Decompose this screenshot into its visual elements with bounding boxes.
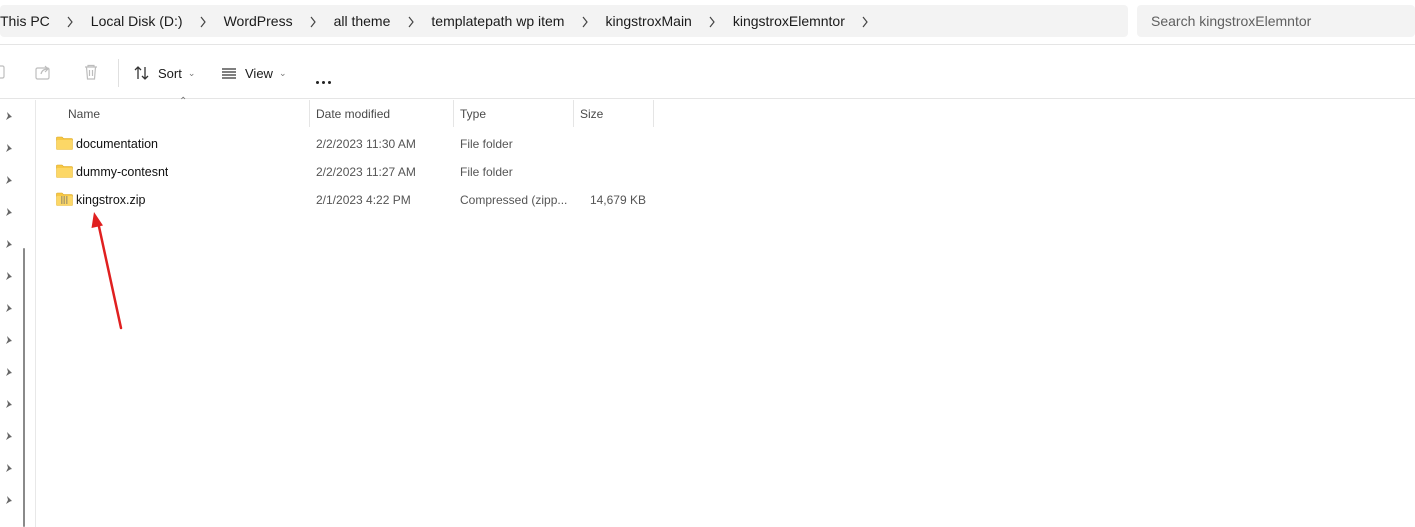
column-divider[interactable] <box>453 100 454 127</box>
share-icon[interactable] <box>34 63 52 81</box>
file-row[interactable]: documentation 2/2/2023 11:30 AM File fol… <box>36 130 656 158</box>
file-type: File folder <box>460 165 513 179</box>
pin-icon[interactable] <box>4 303 14 313</box>
breadcrumb[interactable]: This PC Local Disk (D:) WordPress all th… <box>0 5 1128 37</box>
pin-icon[interactable] <box>4 143 14 153</box>
sort-label: Sort <box>158 65 182 81</box>
column-divider[interactable] <box>653 100 654 127</box>
file-date: 2/2/2023 11:30 AM <box>316 137 416 151</box>
folder-icon <box>56 136 73 150</box>
pin-icon[interactable] <box>4 239 14 249</box>
file-name[interactable]: dummy-contesnt <box>76 158 168 186</box>
file-row[interactable]: dummy-contesnt 2/2/2023 11:27 AM File fo… <box>36 158 656 186</box>
pin-icon[interactable] <box>4 367 14 377</box>
file-name[interactable]: documentation <box>76 130 158 158</box>
breadcrumb-local-disk[interactable]: Local Disk (D:) <box>91 13 183 29</box>
breadcrumb-templatepath[interactable]: templatepath wp item <box>431 13 564 29</box>
nav-scrollbar[interactable] <box>23 248 25 527</box>
sort-ascending-icon: ⌃ <box>179 96 188 107</box>
command-bar: Sort ⌄ View ⌄ <box>0 44 1415 99</box>
view-label: View <box>245 65 273 81</box>
file-size <box>576 158 646 186</box>
delete-icon[interactable] <box>82 63 100 81</box>
breadcrumb-this-pc[interactable]: This PC <box>0 13 50 29</box>
file-list: ⌃ Name Date modified Type Size documenta… <box>36 96 1415 527</box>
chevron-right-icon[interactable] <box>564 14 605 28</box>
breadcrumb-all-theme[interactable]: all theme <box>334 13 391 29</box>
folder-icon <box>56 164 73 178</box>
breadcrumb-kingstroxelemntor[interactable]: kingstroxElemntor <box>733 13 845 29</box>
pin-icon[interactable] <box>4 207 14 217</box>
pin-icon[interactable] <box>4 271 14 281</box>
breadcrumb-kingstroxmain[interactable]: kingstroxMain <box>605 13 691 29</box>
paste-icon[interactable] <box>0 63 8 81</box>
view-button[interactable]: View ⌄ <box>220 62 287 84</box>
breadcrumb-wordpress[interactable]: WordPress <box>224 13 293 29</box>
column-header-name[interactable]: Name <box>68 100 100 127</box>
search-placeholder: Search kingstroxElemntor <box>1151 13 1312 29</box>
column-header-size[interactable]: Size <box>580 100 603 127</box>
more-options-icon[interactable] <box>316 71 334 89</box>
pin-icon[interactable] <box>4 495 14 505</box>
file-row[interactable]: kingstrox.zip 2/1/2023 4:22 PM Compresse… <box>36 186 656 214</box>
column-header-date[interactable]: Date modified <box>316 100 390 127</box>
chevron-right-icon[interactable] <box>183 14 224 28</box>
chevron-down-icon: ⌄ <box>187 67 196 78</box>
file-date: 2/2/2023 11:27 AM <box>316 165 416 179</box>
toolbar-divider <box>118 59 119 87</box>
sort-icon <box>134 66 149 80</box>
pin-icon[interactable] <box>4 399 14 409</box>
chevron-right-icon[interactable] <box>293 14 334 28</box>
pin-icon[interactable] <box>4 335 14 345</box>
zip-folder-icon <box>56 192 73 206</box>
file-name[interactable]: kingstrox.zip <box>76 186 145 214</box>
pin-icon[interactable] <box>4 463 14 473</box>
chevron-down-icon: ⌄ <box>278 67 287 78</box>
file-type: File folder <box>460 137 513 151</box>
chevron-right-icon[interactable] <box>692 14 733 28</box>
chevron-right-icon[interactable] <box>845 14 886 28</box>
column-header-type[interactable]: Type <box>460 100 486 127</box>
file-type: Compressed (zipp... <box>460 193 568 207</box>
column-divider[interactable] <box>309 100 310 127</box>
pin-icon[interactable] <box>4 431 14 441</box>
file-size: 14,679 KB <box>589 193 646 207</box>
column-divider[interactable] <box>573 100 574 127</box>
pin-icon[interactable] <box>4 111 14 121</box>
pin-icon[interactable] <box>4 175 14 185</box>
sort-button[interactable]: Sort ⌄ <box>133 62 195 84</box>
chevron-right-icon[interactable] <box>390 14 431 28</box>
file-size <box>576 130 646 158</box>
address-bar-row: This PC Local Disk (D:) WordPress all th… <box>0 0 1415 44</box>
view-icon <box>222 68 236 79</box>
navigation-pane <box>0 100 36 527</box>
chevron-right-icon[interactable] <box>50 14 91 28</box>
file-date: 2/1/2023 4:22 PM <box>316 193 411 207</box>
search-input[interactable]: Search kingstroxElemntor <box>1137 5 1415 37</box>
